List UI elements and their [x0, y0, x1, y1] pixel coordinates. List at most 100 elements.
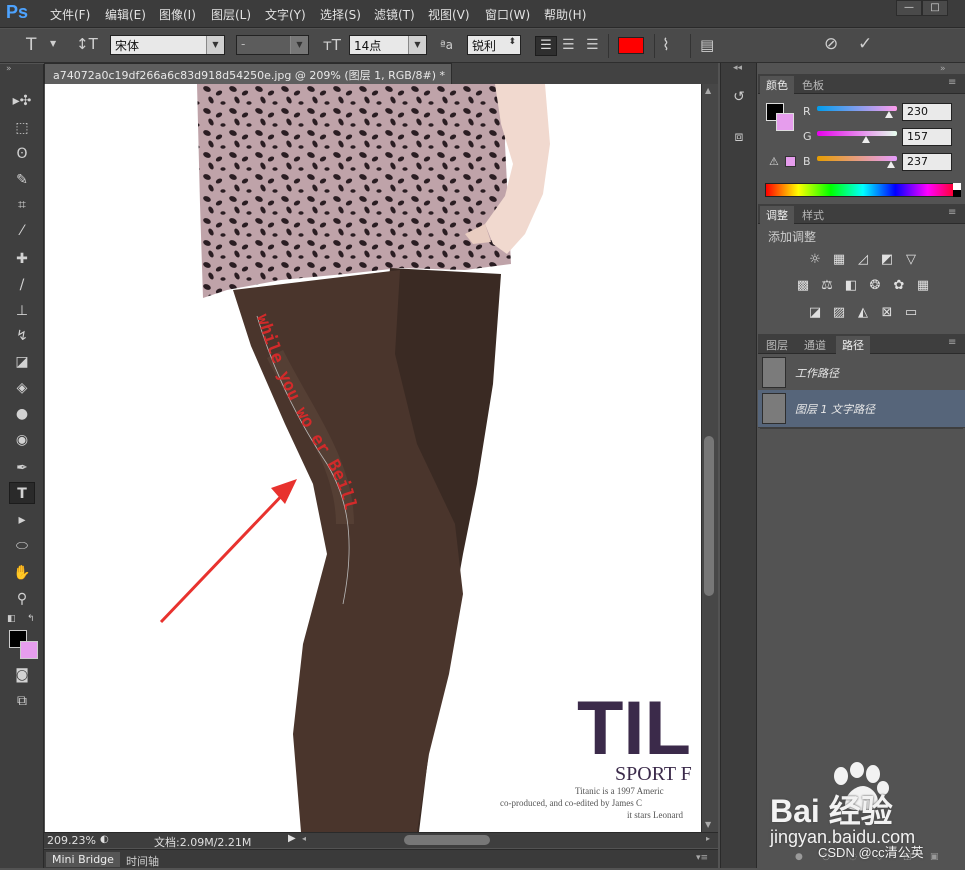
- panel-menu-icon[interactable]: ≡: [948, 77, 956, 88]
- hue-saturation-icon[interactable]: ▩: [794, 278, 812, 294]
- hand-tool-icon[interactable]: ✋: [9, 562, 35, 584]
- menu-filter[interactable]: 滤镜(T): [374, 6, 415, 23]
- tab-mini-bridge[interactable]: Mini Bridge: [46, 852, 120, 867]
- channel-g-value[interactable]: 157: [902, 128, 952, 146]
- out-of-gamut-warning-icon[interactable]: ⚠: [769, 155, 779, 168]
- posterize-icon[interactable]: ▨: [830, 305, 848, 321]
- ramp-black-chip[interactable]: [953, 190, 961, 197]
- crop-tool-icon[interactable]: ⌗: [9, 194, 35, 216]
- chevron-down-icon[interactable]: ▼: [50, 39, 56, 48]
- quick-mask-icon[interactable]: ◙: [9, 664, 35, 686]
- move-tool-icon[interactable]: ▸✣: [9, 90, 35, 112]
- menu-file[interactable]: 文件(F): [50, 6, 90, 23]
- menu-type[interactable]: 文字(Y): [265, 6, 306, 23]
- antialias-select[interactable]: 锐利 ⬍: [467, 35, 521, 55]
- menu-select[interactable]: 选择(S): [320, 6, 361, 23]
- font-style-select[interactable]: - ▼: [236, 35, 309, 55]
- ellipse-tool-icon[interactable]: ⬭: [9, 535, 35, 557]
- menu-window[interactable]: 窗口(W): [485, 6, 530, 23]
- channel-b-value[interactable]: 237: [902, 153, 952, 171]
- threshold-icon[interactable]: ◭: [854, 305, 872, 321]
- lasso-tool-icon[interactable]: ʘ: [9, 143, 35, 165]
- gradient-map-icon[interactable]: ▭: [902, 305, 920, 321]
- properties-panel-icon[interactable]: ⧈: [728, 126, 750, 148]
- history-panel-icon[interactable]: ↺: [728, 86, 750, 108]
- tab-color[interactable]: 颜色: [760, 76, 794, 94]
- align-left-button[interactable]: ☰: [535, 36, 557, 56]
- tab-layers[interactable]: 图层: [760, 336, 794, 354]
- align-right-button[interactable]: ☰: [586, 37, 599, 53]
- color-spectrum-ramp[interactable]: [765, 183, 961, 197]
- color-balance-icon[interactable]: ⚖: [818, 278, 836, 294]
- zoom-tool-icon[interactable]: ⚲: [9, 588, 35, 610]
- black-white-icon[interactable]: ◧: [842, 278, 860, 294]
- maximize-button[interactable]: □: [922, 0, 948, 16]
- ramp-white-chip[interactable]: [953, 183, 961, 190]
- tab-swatches[interactable]: 色板: [796, 76, 830, 94]
- horizontal-scroll-thumb[interactable]: [404, 835, 490, 845]
- channel-g-slider[interactable]: [817, 131, 897, 136]
- levels-icon[interactable]: ▦: [830, 252, 848, 268]
- selective-color-icon[interactable]: ⊠: [878, 305, 896, 321]
- channel-r-knob[interactable]: [885, 111, 894, 118]
- panel-background-swatch[interactable]: [776, 113, 794, 131]
- pen-tool-icon[interactable]: ✒: [9, 457, 35, 479]
- brightness-contrast-icon[interactable]: ☼: [806, 252, 824, 268]
- menu-edit[interactable]: 编辑(E): [105, 6, 146, 23]
- screen-mode-icon[interactable]: ⧉: [9, 690, 35, 712]
- color-lookup-icon[interactable]: ▦: [914, 278, 932, 294]
- channel-b-knob[interactable]: [887, 161, 896, 168]
- tab-channels[interactable]: 通道: [798, 336, 832, 354]
- warp-text-icon[interactable]: ⌇: [662, 35, 670, 54]
- scroll-down-icon[interactable]: ▼: [705, 820, 711, 829]
- path-row-text-path[interactable]: 图层 1 文字路径: [758, 390, 965, 428]
- invert-icon[interactable]: ◪: [806, 305, 824, 321]
- menu-view[interactable]: 视图(V): [428, 6, 470, 23]
- new-path-icon[interactable]: ▣: [930, 852, 939, 862]
- panel-menu-icon[interactable]: ≡: [948, 207, 956, 218]
- cancel-icon[interactable]: ⊘: [824, 34, 838, 54]
- text-color-swatch[interactable]: [618, 37, 644, 54]
- photo-filter-icon[interactable]: ❂: [866, 278, 884, 294]
- eraser-tool-icon[interactable]: ◪: [9, 351, 35, 373]
- commit-check-icon[interactable]: ✓: [858, 34, 872, 54]
- vertical-scroll-thumb[interactable]: [704, 436, 714, 596]
- panel-menu-icon[interactable]: ≡: [948, 337, 956, 348]
- clone-stamp-tool-icon[interactable]: ⊥: [9, 300, 35, 322]
- menu-image[interactable]: 图像(I): [159, 6, 196, 23]
- exposure-icon[interactable]: ◩: [878, 252, 896, 268]
- toggle-text-orientation-icon[interactable]: ↕T: [76, 35, 98, 53]
- quick-selection-tool-icon[interactable]: ✎: [9, 169, 35, 191]
- tab-styles[interactable]: 样式: [796, 206, 830, 224]
- brush-tool-icon[interactable]: /: [9, 274, 35, 296]
- path-selection-tool-icon[interactable]: ▸: [9, 509, 35, 531]
- channel-g-knob[interactable]: [862, 136, 871, 143]
- minimize-button[interactable]: —: [896, 0, 922, 16]
- eyedropper-tool-icon[interactable]: ⁄: [9, 220, 35, 242]
- default-colors-icon[interactable]: ◧: [7, 614, 16, 624]
- align-center-button[interactable]: ☰: [562, 37, 575, 53]
- channel-mixer-icon[interactable]: ✿: [890, 278, 908, 294]
- fill-path-icon[interactable]: ●: [795, 852, 803, 862]
- collapse-icon[interactable]: »: [6, 64, 12, 74]
- curves-icon[interactable]: ◿: [854, 252, 872, 268]
- scroll-right-icon[interactable]: ▸: [706, 834, 710, 843]
- collapse-icon[interactable]: ◂◂: [733, 63, 742, 73]
- background-color-swatch[interactable]: [20, 641, 38, 659]
- character-panel-icon[interactable]: ▤: [700, 36, 714, 54]
- document-tab[interactable]: a74072a0c19df266a6c83d918d54250e.jpg @ 2…: [44, 63, 452, 84]
- font-size-select[interactable]: 14点 ▼: [349, 35, 427, 55]
- menu-help[interactable]: 帮助(H): [544, 6, 586, 23]
- scroll-left-icon[interactable]: ◂: [302, 834, 306, 843]
- history-brush-tool-icon[interactable]: ↯: [9, 325, 35, 347]
- document-canvas[interactable]: while you wo er Beill TIL SPORT F Titani…: [45, 84, 701, 832]
- gamut-color-chip[interactable]: [785, 156, 796, 167]
- path-row-work-path[interactable]: 工作路径: [758, 354, 965, 392]
- font-family-select[interactable]: 宋体 ▼: [110, 35, 225, 55]
- healing-brush-tool-icon[interactable]: ✚: [9, 248, 35, 270]
- menu-layer[interactable]: 图层(L): [211, 6, 251, 23]
- dodge-tool-icon[interactable]: ◉: [9, 429, 35, 451]
- panel-menu-icon[interactable]: ▾≡: [696, 853, 708, 863]
- tab-adjustments[interactable]: 调整: [760, 206, 794, 224]
- blur-tool-icon[interactable]: ●: [9, 403, 35, 425]
